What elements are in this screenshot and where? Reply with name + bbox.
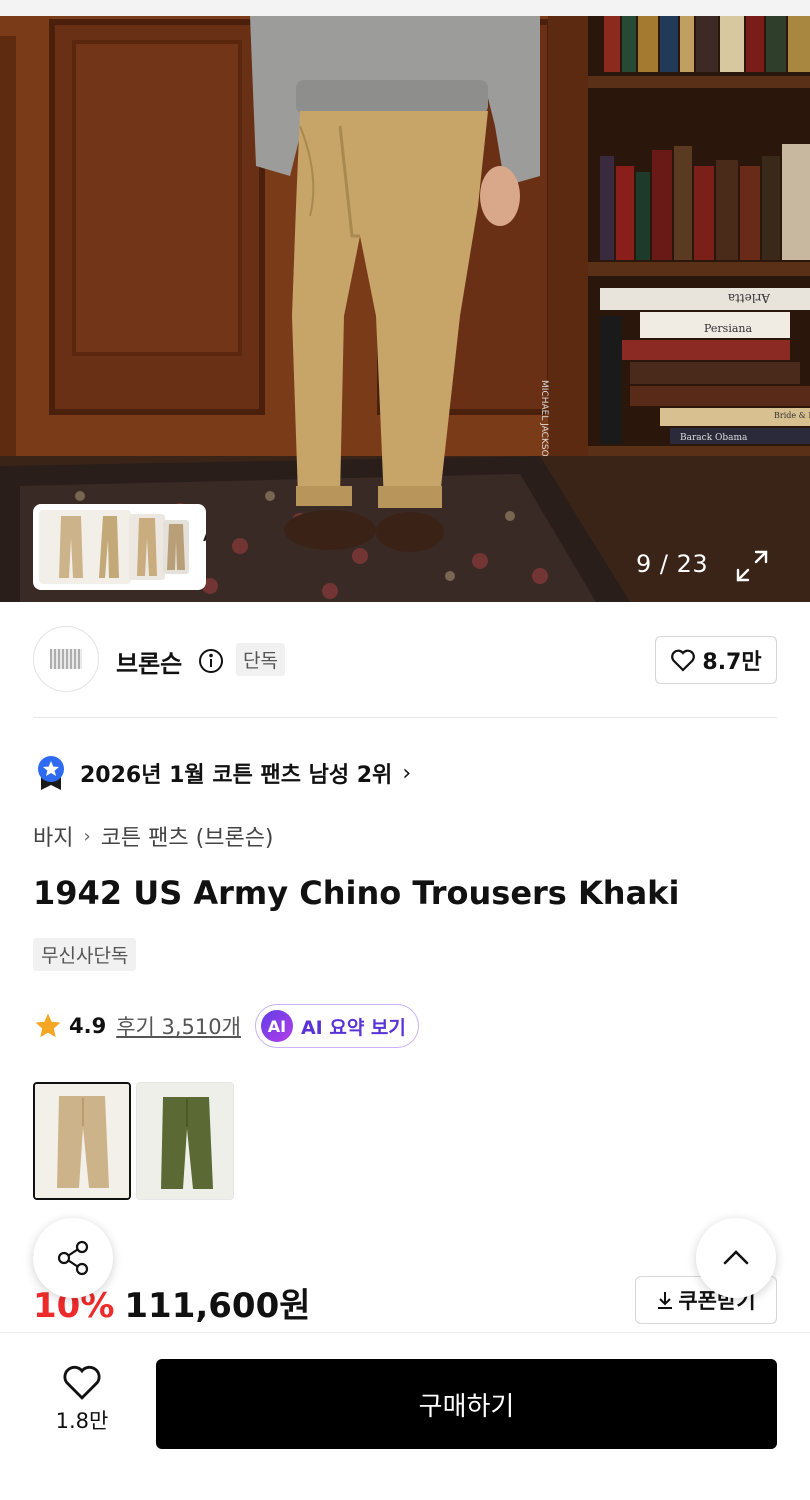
breadcrumb-category[interactable]: 바지 xyxy=(33,820,73,852)
ai-summary-label: AI 요약 보기 xyxy=(300,1016,406,1039)
sale-price: 111,600원 xyxy=(124,1286,311,1326)
share-button[interactable] xyxy=(33,1218,113,1298)
ai-badge-icon: AI xyxy=(260,1010,293,1042)
brand-like-count: 8.7만 xyxy=(702,650,762,675)
rating-score: 4.9 xyxy=(69,1014,107,1038)
scroll-to-top-button[interactable] xyxy=(696,1218,776,1298)
book-spine-text: Barack Obama xyxy=(680,433,748,443)
chevron-right-icon: › xyxy=(83,825,91,847)
product-like-button[interactable]: 1.8만 xyxy=(40,1363,124,1443)
book-spine-text: Arletta xyxy=(728,291,771,305)
heart-icon xyxy=(63,1365,101,1400)
divider xyxy=(33,717,777,718)
ai-label: AI xyxy=(203,522,206,546)
product-title: 1942 US Army Chino Trousers Khaki xyxy=(33,874,680,912)
heart-icon xyxy=(671,649,696,672)
download-icon xyxy=(658,1292,673,1309)
chevron-up-icon xyxy=(723,1250,749,1265)
expand-icon[interactable] xyxy=(730,544,774,588)
review-count-link[interactable]: 후기 3,510개 xyxy=(116,1011,241,1041)
rank-medal-icon xyxy=(38,756,64,790)
product-like-count: 1.8만 xyxy=(55,1409,109,1433)
exclusive-badge: 단독 xyxy=(236,643,285,676)
star-icon xyxy=(35,1013,61,1038)
ranking-text: 2026년 1월 코튼 팬츠 남성 2위 xyxy=(80,763,393,788)
similar-item-thumbnail xyxy=(129,514,165,580)
brand-row: 브론슨 단독 8.7만 xyxy=(33,626,777,692)
chevron-right-icon: › xyxy=(402,760,412,786)
similar-item-thumbnail xyxy=(163,520,189,574)
ai-summary-button[interactable]: AI AI 요약 보기 xyxy=(254,1004,419,1048)
exclusive-tag: 무신사단독 xyxy=(33,938,137,971)
bottom-action-bar: 1.8만 구매하기 xyxy=(0,1332,810,1500)
ranking-link[interactable]: 2026년 1월 코튼 팬츠 남성 2위 › xyxy=(36,755,411,791)
brand-like-button[interactable]: 8.7만 xyxy=(655,636,777,684)
color-swatch-olive[interactable] xyxy=(136,1082,234,1200)
book-spine-text: Persiana xyxy=(704,322,752,335)
share-icon xyxy=(57,1240,89,1276)
color-swatch-khaki[interactable] xyxy=(33,1082,131,1200)
breadcrumb-subcategory[interactable]: 코튼 팬츠 (브론슨) xyxy=(101,820,274,852)
similar-item-thumbnail xyxy=(39,510,131,584)
info-icon[interactable] xyxy=(198,648,223,673)
book-spine-text: MICHAEL JACKSON xyxy=(539,380,549,463)
brand-name[interactable]: 브론슨 xyxy=(116,644,182,679)
brand-logo[interactable] xyxy=(33,626,99,692)
ai-similar-items-button[interactable]: AI › xyxy=(33,504,206,590)
status-strip xyxy=(0,0,810,16)
breadcrumb: 바지 › 코튼 팬츠 (브론슨) xyxy=(33,820,274,852)
rating-row: 4.9 후기 3,510개 AI AI 요약 보기 xyxy=(33,1004,419,1048)
product-image-gallery[interactable]: Arletta Persiana MICHAEL JACKSON Barack … xyxy=(0,16,810,602)
book-spine-text: Bride & H xyxy=(774,411,810,420)
price-area: 0원 10% 111,600원 쿠폰받기 xyxy=(33,1236,777,1326)
image-counter: 9 / 23 xyxy=(636,550,709,578)
buy-button[interactable]: 구매하기 xyxy=(156,1359,777,1449)
